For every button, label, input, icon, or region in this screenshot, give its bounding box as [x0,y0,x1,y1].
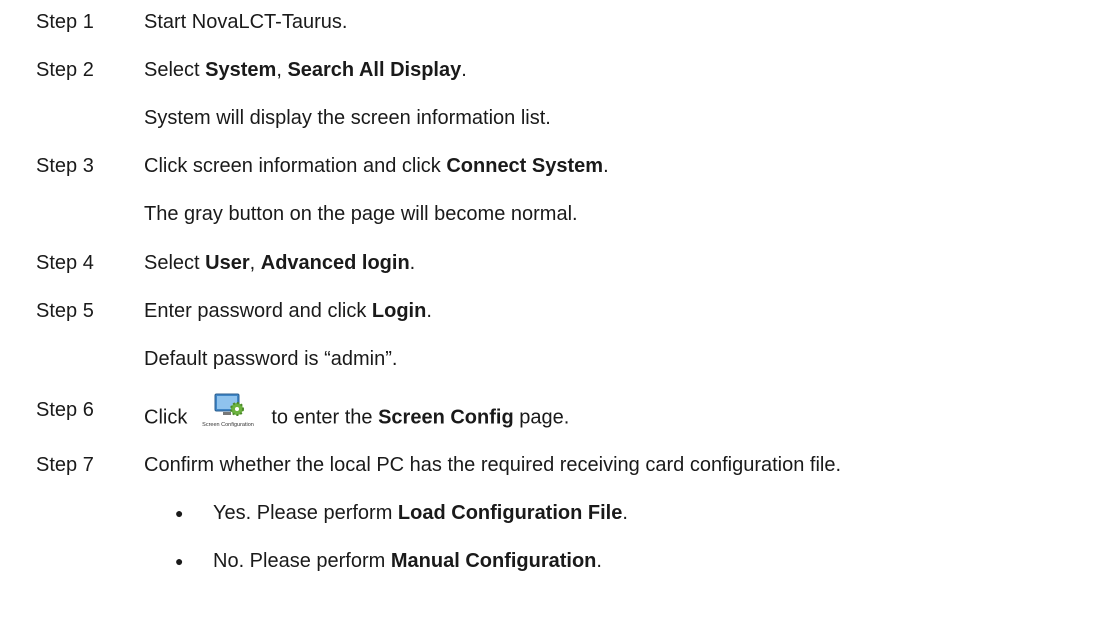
bold-term: Load Configuration File [397,502,623,524]
step-note: Default password is “admin”. [0,347,1093,387]
text-run: page. [513,406,570,429]
step-text: Click screen information and click Conne… [144,154,609,178]
text-run: Enter password and click [144,300,372,322]
step-label: Step 6 [36,399,94,421]
bold-term: Search All Display [287,59,462,81]
step-note: System will display the screen informati… [0,106,1093,146]
bullet-text: No. Please perform Manual Configuration. [213,549,602,573]
text-run: Yes. Please perform [213,502,398,524]
text-run: , [249,252,261,274]
text-run: Click screen information and click [144,155,447,177]
text-run: . [461,59,467,81]
step-text: Select System, Search All Display. [144,58,467,82]
text-run: Click [144,406,188,429]
bold-term: Advanced login [260,252,410,274]
step-line: Step 4 Select User, Advanced login. [0,251,1093,291]
text-run: to enter the [271,406,379,429]
text-run: Start NovaLCT-Taurus. [144,11,348,33]
bold-term: Screen Config [378,406,514,429]
bullet-item: ● Yes. Please perform Load Configuration … [0,501,1093,541]
bold-term: System [205,59,277,81]
step-label: Step 5 [36,300,94,322]
bold-term: Login [371,300,427,322]
text-run: Confirm whether the local PC has the req… [144,454,842,476]
step-note-text: The gray button on the page will become … [144,203,578,225]
text-run: . [603,155,609,177]
screen-configuration-icon: Screen Configuration [193,392,263,432]
text-run: . [409,252,416,274]
step-line: Step 1 Start NovaLCT-Taurus. [0,10,1093,50]
step-line: Step 3 Click screen information and click… [0,154,1093,194]
step-label: Step 7 [36,454,94,476]
bullet-item: ● No. Please perform Manual Configuration… [0,549,1093,589]
step-text: Confirm whether the local PC has the req… [144,453,841,477]
step-label: Step 2 [36,59,94,81]
text-run: , [276,59,288,81]
step-note: The gray button on the page will become … [0,202,1093,242]
step-line: Step 2 Select System, Search All Display. [0,58,1093,98]
step-line: Step 6 Click Screen Configuration to enter … [0,393,1093,438]
step-text: Enter password and click Login. [144,299,432,323]
text-run: . [596,550,602,572]
text-run: No. Please perform [213,550,391,572]
bold-term: Connect System [446,155,604,177]
step-label: Step 3 [36,155,94,177]
step-text: Click Screen Configuration to enter the Sc… [144,393,570,438]
step-label: Step 1 [36,11,94,33]
text-run: Select [144,252,206,274]
text-run: Select [144,59,206,81]
bold-term: User [205,252,250,274]
bold-term: Manual Configuration [390,550,597,572]
step-text: Select User, Advanced login. [144,251,415,275]
step-note-text: Default password is “admin”. [144,348,398,370]
text-run: . [622,502,628,524]
icon-caption: Screen Configuration [203,422,255,428]
step-note-text: System will display the screen informati… [144,107,551,129]
bullet-icon: ● [175,553,184,569]
text-run: . [426,300,432,322]
step-line: Step 7 Confirm whether the local PC has t… [0,453,1093,493]
bullet-text: Yes. Please perform Load Configuration F… [213,501,628,525]
step-label: Step 4 [36,252,94,274]
step-text: Start NovaLCT-Taurus. [144,10,347,34]
step-line: Step 5 Enter password and click Login. [0,299,1093,339]
bullet-icon: ● [175,505,184,521]
